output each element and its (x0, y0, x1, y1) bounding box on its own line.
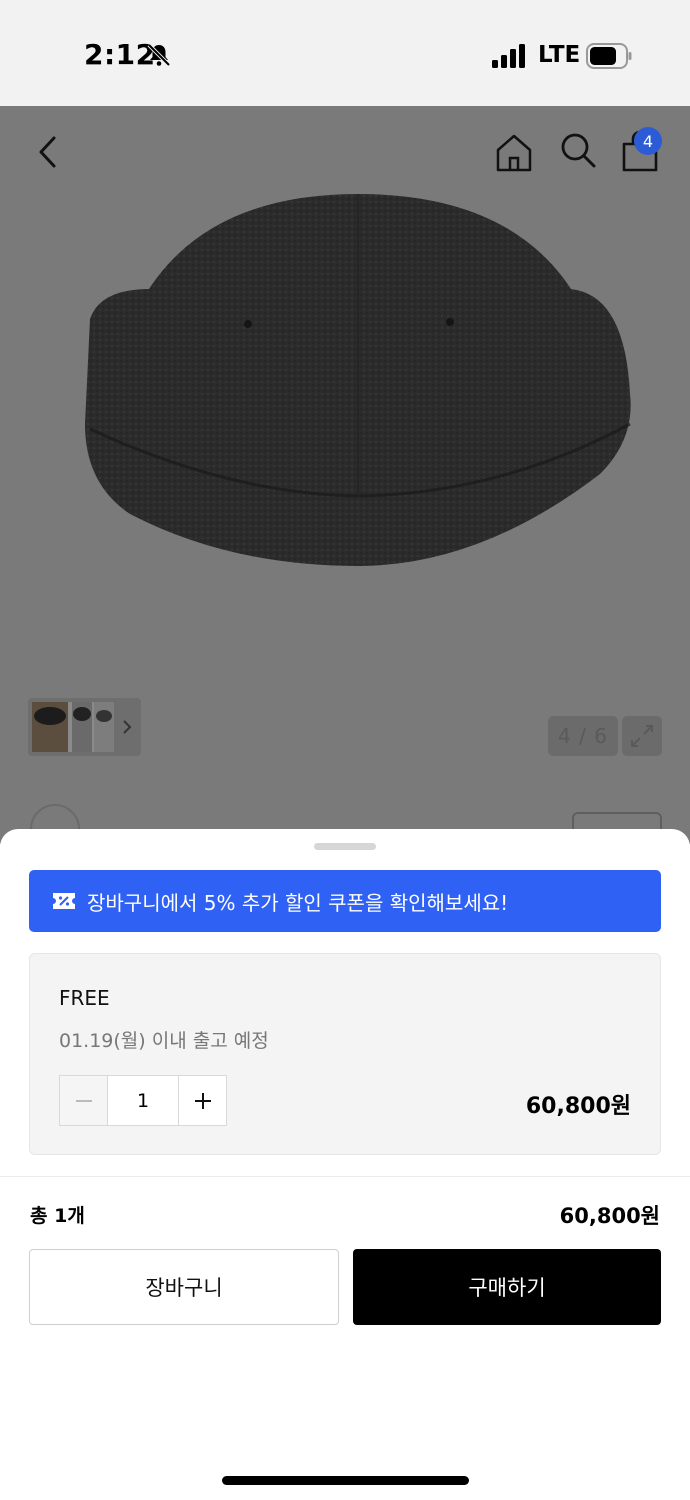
quantity-value[interactable]: 1 (108, 1076, 178, 1125)
status-bar: 2:12 LTE (0, 0, 690, 106)
plus-icon (194, 1092, 211, 1109)
signal-icon (492, 44, 525, 68)
quantity-stepper: 1 (59, 1075, 227, 1126)
home-icon[interactable] (488, 126, 540, 178)
total-count: 총 1개 (30, 1205, 85, 1227)
thumbnail-image[interactable] (32, 702, 114, 752)
page-counter: 4 / 6 (548, 716, 618, 756)
total-price: 60,800원 (559, 1204, 660, 1228)
expand-icon[interactable] (622, 716, 662, 756)
coupon-icon (53, 893, 75, 909)
shipping-date: 01.19(월) 이내 출고 예정 (59, 1030, 269, 1052)
bell-slash-icon (147, 43, 171, 67)
status-time: 2:12 (84, 38, 156, 71)
minus-icon (75, 1099, 92, 1102)
drag-handle[interactable] (314, 843, 376, 850)
home-indicator (222, 1476, 469, 1485)
coupon-banner[interactable]: 장바구니에서 5% 추가 할인 쿠폰을 확인해보세요! (29, 870, 661, 932)
coupon-text: 장바구니에서 5% 추가 할인 쿠폰을 확인해보세요! (87, 890, 509, 915)
search-icon[interactable] (552, 124, 604, 176)
increase-button[interactable] (178, 1076, 226, 1125)
option-card: FREE 01.19(월) 이내 출고 예정 1 60,800원 (29, 953, 661, 1155)
battery-icon (586, 43, 632, 69)
purchase-sheet: 장바구니에서 5% 추가 할인 쿠폰을 확인해보세요! FREE 01.19(월… (0, 829, 690, 1500)
network-label: LTE (538, 42, 581, 68)
option-name: FREE (59, 986, 110, 1010)
cart-badge: 4 (634, 127, 662, 155)
decrease-button[interactable] (60, 1076, 108, 1125)
buy-now-button[interactable]: 구매하기 (353, 1249, 661, 1325)
product-gallery[interactable]: 4 / 6 (0, 106, 690, 784)
back-icon[interactable] (24, 126, 76, 178)
divider (0, 1176, 690, 1177)
option-price: 60,800원 (525, 1094, 631, 1119)
product-image-hat (85, 194, 631, 566)
chevron-right-icon[interactable] (120, 716, 134, 738)
add-to-cart-button[interactable]: 장바구니 (29, 1249, 339, 1325)
thumbnail-strip[interactable] (28, 698, 141, 756)
